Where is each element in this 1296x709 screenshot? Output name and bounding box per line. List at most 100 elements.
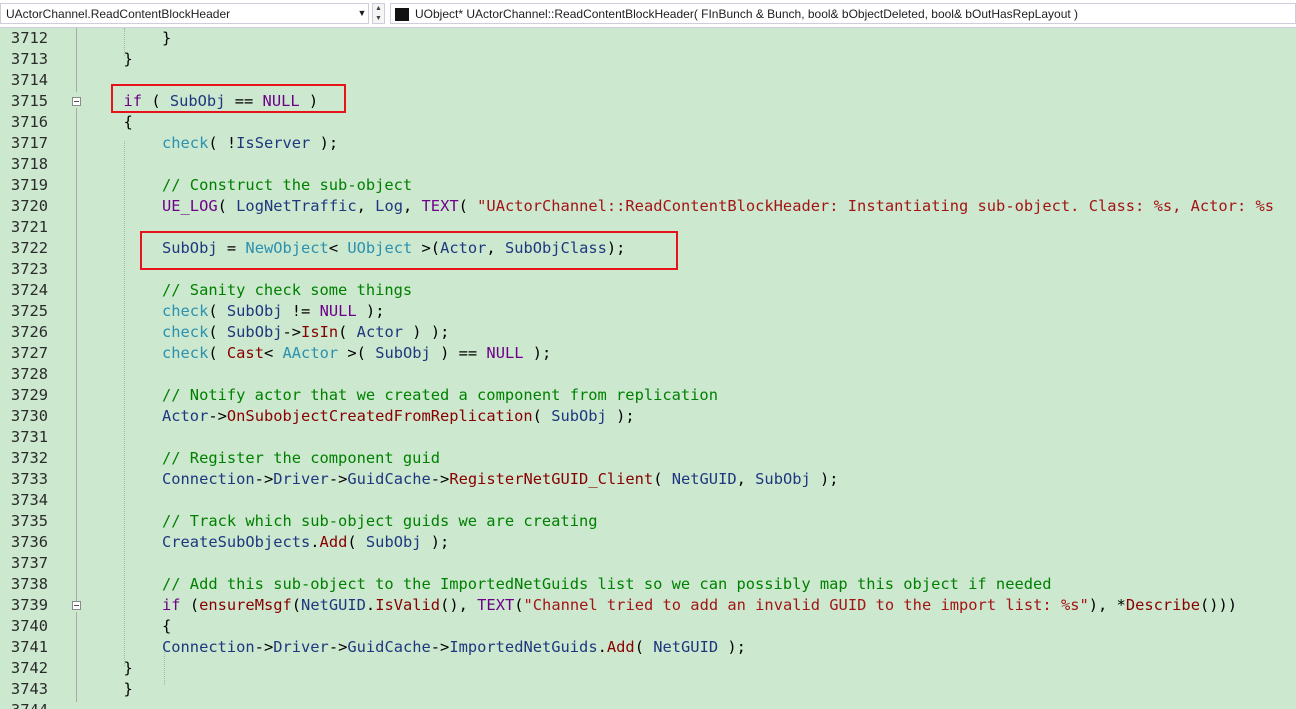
code-token: IsIn: [301, 323, 339, 341]
code-token: .: [310, 533, 320, 551]
code-token: ,: [736, 470, 756, 488]
code-line[interactable]: 3724 // Sanity check some things: [0, 280, 1296, 301]
code-token: (: [532, 407, 552, 425]
code-token: SubObj: [755, 470, 811, 488]
chevron-up-icon[interactable]: ▲: [373, 4, 384, 14]
code-text: check( SubObj != NULL );: [162, 301, 384, 322]
line-number: 3742: [10, 659, 48, 677]
code-line[interactable]: 3737: [0, 553, 1296, 574]
code-line[interactable]: 3719 // Construct the sub-object: [0, 175, 1296, 196]
code-token: LogNetTraffic: [236, 197, 357, 215]
code-line[interactable]: 3716 {: [0, 112, 1296, 133]
code-editor[interactable]: 3712} 3713} 3714 3715 if ( SubObj == NULL ) 3…: [0, 28, 1296, 709]
chevron-down-icon[interactable]: ▼: [355, 3, 369, 24]
code-token: <: [328, 239, 348, 257]
code-line[interactable]: 3734: [0, 490, 1296, 511]
code-text: }: [124, 49, 133, 70]
code-line[interactable]: 3741 Connection->Driver->GuidCache->Impor…: [0, 637, 1296, 658]
code-token: (: [180, 596, 200, 614]
code-token: ), *: [1088, 596, 1126, 614]
collapse-icon[interactable]: [72, 97, 81, 106]
line-number: 3731: [10, 428, 48, 446]
code-token: GuidCache: [347, 638, 431, 656]
code-token: .: [365, 596, 376, 614]
code-token: SubObj: [365, 533, 422, 551]
code-line[interactable]: 3744: [0, 700, 1296, 709]
code-text: CreateSubObjects.Add( SubObj );: [162, 532, 449, 553]
code-token: (: [142, 92, 170, 110]
scope-dropdown[interactable]: UActorChannel.ReadContentBlockHeader: [0, 3, 369, 24]
code-line[interactable]: 3717 check( !IsServer );: [0, 133, 1296, 154]
code-line[interactable]: 3742}: [0, 658, 1296, 679]
code-token: =: [217, 239, 246, 257]
code-token: ): [299, 92, 319, 110]
code-token: NetGUID: [301, 596, 366, 614]
collapse-icon[interactable]: [72, 601, 81, 610]
code-text: // Track which sub-object guids we are c…: [162, 511, 598, 532]
code-token: TEXT: [421, 197, 459, 215]
code-line[interactable]: 3715 if ( SubObj == NULL ): [0, 91, 1296, 112]
code-line[interactable]: 3738 // Add this sub-object to the Import…: [0, 574, 1296, 595]
code-line[interactable]: 3720 UE_LOG( LogNetTraffic, Log, TEXT( "U…: [0, 196, 1296, 217]
code-token: );: [606, 407, 635, 425]
code-text: Connection->Driver->GuidCache->RegisterN…: [162, 469, 839, 490]
code-token: ,: [356, 197, 376, 215]
code-line[interactable]: 3722 SubObj = NewObject< UObject >(Actor,…: [0, 238, 1296, 259]
code-token: (: [208, 302, 227, 320]
line-number: 3744: [0, 700, 48, 709]
code-text: // Construct the sub-object: [162, 175, 412, 196]
code-token: Cast: [226, 344, 264, 362]
code-token: CreateSubObjects: [162, 533, 311, 551]
code-line[interactable]: 3727 check( Cast< AActor >( SubObj ) == N…: [0, 343, 1296, 364]
code-token: Actor: [356, 323, 404, 341]
code-line[interactable]: 3739 if (ensureMsgf(NetGUID.IsValid(), TE…: [0, 595, 1296, 616]
line-number: 3728: [10, 365, 48, 383]
line-number: 3732: [10, 449, 48, 467]
code-line[interactable]: 3733 Connection->Driver->GuidCache->Regis…: [0, 469, 1296, 490]
line-number: 3729: [10, 386, 48, 404]
code-line[interactable]: 3723: [0, 259, 1296, 280]
code-token: }: [123, 659, 133, 677]
navigation-bar: UActorChannel.ReadContentBlockHeader ▼ ▲…: [0, 0, 1296, 28]
code-token: (: [208, 344, 227, 362]
code-token: ->: [328, 638, 348, 656]
code-line[interactable]: 3735 // Track which sub-object guids we a…: [0, 511, 1296, 532]
line-number: 3713: [10, 50, 48, 68]
chevron-down-icon[interactable]: ▼: [373, 14, 384, 24]
code-line[interactable]: 3713}: [0, 49, 1296, 70]
code-line[interactable]: 3712}: [0, 28, 1296, 49]
code-text: {: [162, 616, 171, 637]
member-dropdown[interactable]: UObject* UActorChannel::ReadContentBlock…: [390, 3, 1296, 24]
code-token: check: [162, 344, 209, 362]
code-token: (: [514, 596, 524, 614]
code-token: Add: [606, 638, 635, 656]
line-number: 3722: [10, 239, 48, 257]
code-line[interactable]: 3714: [0, 70, 1296, 91]
code-token: ->: [328, 470, 348, 488]
line-number: 3712: [10, 29, 48, 47]
navigation-spinner[interactable]: ▲ ▼: [372, 3, 385, 24]
code-token: ->: [282, 323, 302, 341]
code-token: );: [356, 302, 385, 320]
code-line[interactable]: 3732 // Register the component guid: [0, 448, 1296, 469]
code-line[interactable]: 3731: [0, 427, 1296, 448]
code-token: (: [634, 638, 654, 656]
code-token: ,: [486, 239, 505, 257]
code-line[interactable]: 3740 {: [0, 616, 1296, 637]
code-line[interactable]: 3729 // Notify actor that we created a co…: [0, 385, 1296, 406]
code-line[interactable]: 3718: [0, 154, 1296, 175]
code-line[interactable]: 3726 check( SubObj->IsIn( Actor ) );: [0, 322, 1296, 343]
code-line[interactable]: 3743}: [0, 679, 1296, 700]
code-line[interactable]: 3728: [0, 364, 1296, 385]
code-token: IsValid: [375, 596, 441, 614]
code-token: Log: [375, 197, 403, 215]
code-token: ,: [402, 197, 422, 215]
code-token: );: [523, 344, 552, 362]
code-line[interactable]: 3736 CreateSubObjects.Add( SubObj );: [0, 532, 1296, 553]
code-token: Connection: [162, 638, 255, 656]
code-line[interactable]: 3721: [0, 217, 1296, 238]
code-line[interactable]: 3725 check( SubObj != NULL );: [0, 301, 1296, 322]
code-line[interactable]: 3730 Actor->OnSubobjectCreatedFromReplica…: [0, 406, 1296, 427]
code-token: ->: [254, 638, 274, 656]
code-text: Actor->OnSubobjectCreatedFromReplication…: [162, 406, 635, 427]
